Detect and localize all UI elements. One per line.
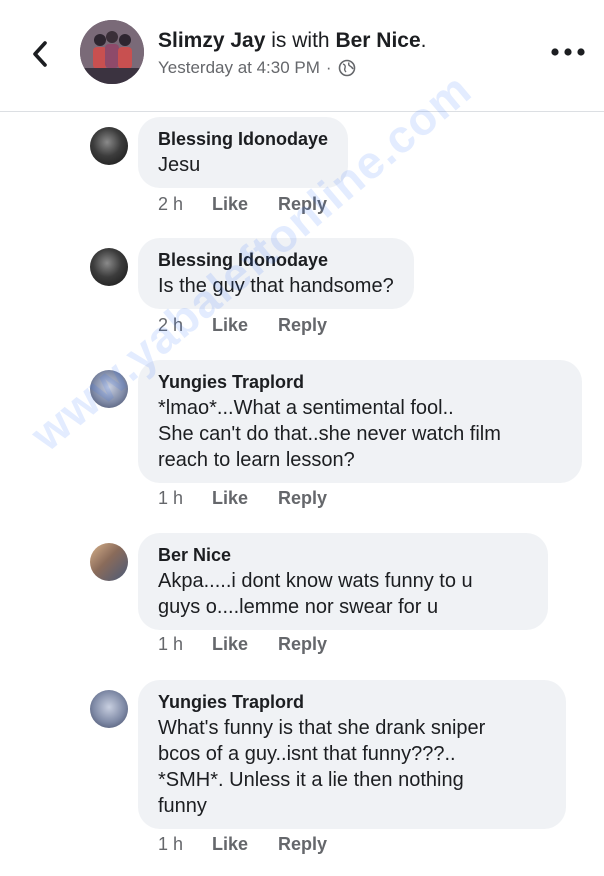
reply-button[interactable]: Reply: [278, 315, 327, 336]
post-header: Slimzy Jay is with Ber Nice. Yesterday a…: [0, 0, 604, 112]
like-button[interactable]: Like: [212, 194, 278, 215]
comment-text: Is the guy that handsome?: [158, 275, 394, 297]
globe-icon: [338, 59, 355, 77]
comment-bubble[interactable]: Yungies Traplord What's funny is that sh…: [138, 680, 566, 829]
comment-actions: 2 h Like Reply: [158, 194, 327, 215]
author-avatar[interactable]: [80, 20, 144, 84]
meta-separator: ·: [325, 58, 332, 77]
comment-bubble[interactable]: Blessing Idonodaye Jesu: [138, 117, 349, 188]
comment-bubble[interactable]: Yungies Traplord *lmao*...What a sentime…: [138, 360, 582, 483]
like-button[interactable]: Like: [212, 488, 278, 509]
comment-line: Akpa.....i dont know wats funny to u: [158, 570, 473, 592]
commenter-avatar[interactable]: [90, 690, 128, 728]
back-button[interactable]: [28, 38, 52, 70]
comment-time[interactable]: 1 h: [158, 834, 212, 855]
comment-line: bcos of a guy..isnt that funny???..: [158, 743, 456, 765]
comment-bubble[interactable]: Blessing Idonodaye Is the guy that hands…: [138, 238, 414, 309]
reply-button[interactable]: Reply: [278, 194, 327, 215]
with-text: is with: [271, 29, 330, 52]
comment-text: *lmao*...What a sentimental fool.. She c…: [158, 395, 562, 473]
author-name[interactable]: Slimzy Jay: [158, 29, 265, 52]
comment-actions: 1 h Like Reply: [158, 488, 327, 509]
comment-text: What's funny is that she drank sniper bc…: [158, 715, 546, 819]
like-button[interactable]: Like: [212, 834, 278, 855]
commenter-name[interactable]: Blessing Idonodaye: [158, 249, 394, 271]
comment-time[interactable]: 1 h: [158, 488, 212, 509]
reply-button[interactable]: Reply: [278, 488, 327, 509]
more-options-button[interactable]: [548, 40, 588, 64]
more-dots-icon: [551, 48, 585, 56]
post-meta: Yesterday at 4:30 PM ·: [158, 58, 356, 78]
commenter-avatar[interactable]: [90, 248, 128, 286]
post-timestamp[interactable]: Yesterday at 4:30 PM: [158, 58, 320, 78]
commenter-name[interactable]: Ber Nice: [158, 544, 528, 566]
post-author-line: Slimzy Jay is with Ber Nice.: [158, 29, 427, 52]
comment-text: Jesu: [158, 154, 201, 176]
reply-button[interactable]: Reply: [278, 634, 327, 655]
commenter-name[interactable]: Yungies Traplord: [158, 371, 562, 393]
comment-line: guys o....lemme nor swear for u: [158, 596, 439, 618]
comment-time[interactable]: 1 h: [158, 634, 212, 655]
comment-line: funny: [158, 795, 207, 817]
comment-line: *SMH*. Unless it a lie then nothing: [158, 769, 464, 791]
comment-actions: 1 h Like Reply: [158, 834, 327, 855]
commenter-avatar[interactable]: [90, 127, 128, 165]
comment-line: reach to learn lesson?: [158, 449, 355, 471]
commenter-name[interactable]: Yungies Traplord: [158, 691, 546, 713]
author-avatar-image: [80, 20, 144, 84]
commenter-avatar[interactable]: [90, 543, 128, 581]
comment-actions: 2 h Like Reply: [158, 315, 327, 336]
reply-button[interactable]: Reply: [278, 834, 327, 855]
chevron-left-icon: [33, 41, 47, 67]
post-comments-screen: Slimzy Jay is with Ber Nice. Yesterday a…: [0, 0, 604, 876]
commenter-avatar[interactable]: [90, 370, 128, 408]
comment-line: What's funny is that she drank sniper: [158, 717, 486, 739]
comment-actions: 1 h Like Reply: [158, 634, 327, 655]
comment-line: *lmao*...What a sentimental fool..: [158, 397, 454, 419]
comment-time[interactable]: 2 h: [158, 315, 212, 336]
comment-text: Akpa.....i dont know wats funny to u guy…: [158, 568, 528, 620]
comment-line: She can't do that..she never watch film: [158, 423, 501, 445]
like-button[interactable]: Like: [212, 634, 278, 655]
like-button[interactable]: Like: [212, 315, 278, 336]
comment-time[interactable]: 2 h: [158, 194, 212, 215]
commenter-name[interactable]: Blessing Idonodaye: [158, 128, 328, 150]
tagged-name[interactable]: Ber Nice: [335, 29, 420, 52]
comment-bubble[interactable]: Ber Nice Akpa.....i dont know wats funny…: [138, 533, 548, 630]
